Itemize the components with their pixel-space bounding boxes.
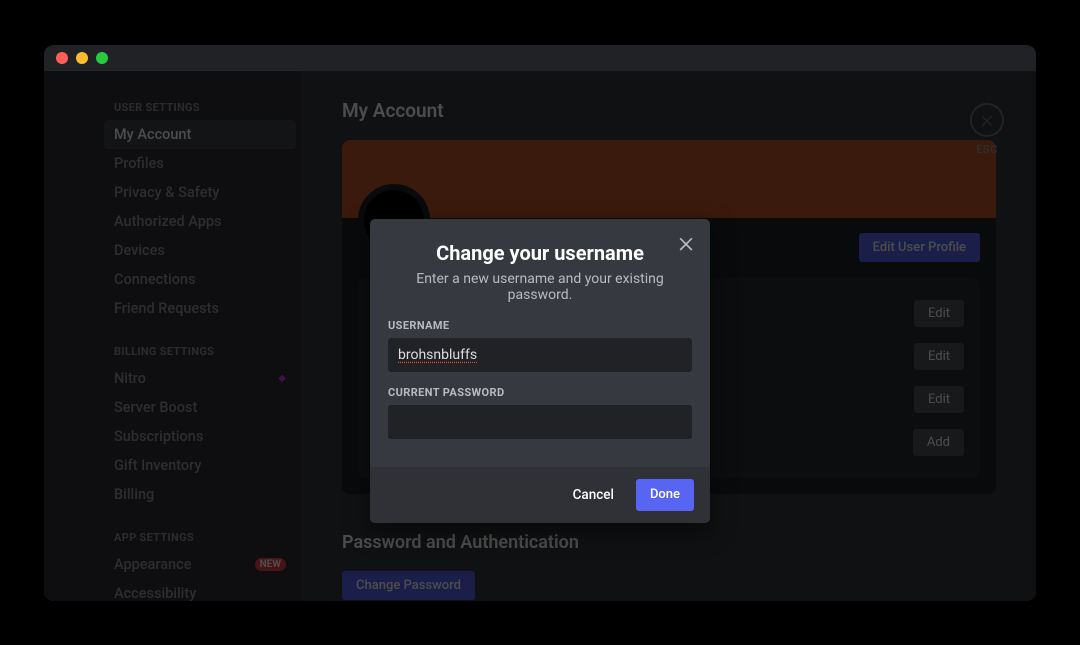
username-label: Username (388, 319, 692, 332)
titlebar (44, 45, 1036, 71)
done-button[interactable]: Done (636, 479, 694, 511)
window-close-icon[interactable] (56, 52, 68, 64)
window-zoom-icon[interactable] (96, 52, 108, 64)
password-label: Current Password (388, 386, 692, 399)
app-window: User SettingsMy AccountProfilesPrivacy &… (44, 45, 1036, 601)
close-icon (676, 233, 696, 253)
modal-close-button[interactable] (676, 233, 696, 257)
password-input[interactable] (388, 405, 692, 439)
modal-body: Change your username Enter a new usernam… (370, 219, 710, 467)
cancel-button[interactable]: Cancel (559, 479, 628, 511)
username-input[interactable] (388, 338, 692, 372)
window-minimize-icon[interactable] (76, 52, 88, 64)
modal-overlay[interactable]: Change your username Enter a new usernam… (44, 71, 1036, 601)
modal-title: Change your username (388, 241, 692, 265)
modal-subtitle: Enter a new username and your existing p… (388, 271, 692, 303)
app-body: User SettingsMy AccountProfilesPrivacy &… (44, 71, 1036, 601)
modal-footer: Cancel Done (370, 467, 710, 523)
change-username-modal: Change your username Enter a new usernam… (370, 219, 710, 523)
